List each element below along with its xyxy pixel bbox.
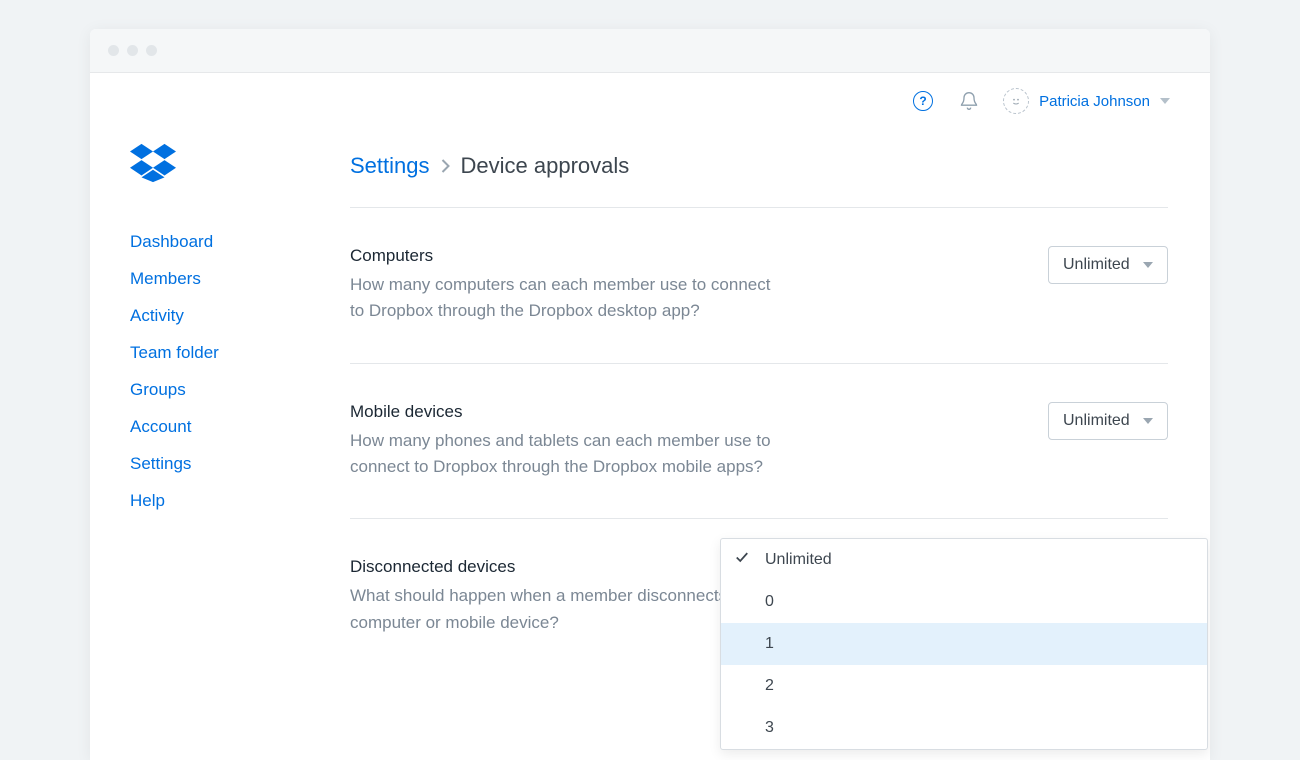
sidebar-item-settings[interactable]: Settings (130, 454, 350, 474)
setting-computers-text: Computers How many computers can each me… (350, 246, 780, 325)
sidebar-item-help[interactable]: Help (130, 491, 350, 511)
app-content: ? Patricia Johnson (90, 73, 1210, 760)
computers-limit-dropdown[interactable]: Unlimited (1048, 246, 1168, 284)
mobile-limit-value: Unlimited (1063, 412, 1130, 430)
chevron-down-icon (1143, 262, 1153, 268)
user-name-label: Patricia Johnson (1039, 93, 1150, 110)
setting-mobile: Mobile devices How many phones and table… (350, 364, 1168, 519)
menu-option-label: 3 (765, 719, 774, 737)
setting-disconnected-text: Disconnected devices What should happen … (350, 557, 780, 636)
sidebar: Dashboard Members Activity Team folder G… (90, 73, 350, 760)
dropbox-logo[interactable] (130, 143, 350, 188)
traffic-light-maximize[interactable] (146, 45, 157, 56)
setting-computers-title: Computers (350, 246, 780, 266)
menu-option-label: 0 (765, 593, 774, 611)
breadcrumb: Settings Device approvals (350, 153, 1168, 179)
sidebar-item-team-folder[interactable]: Team folder (130, 343, 350, 363)
breadcrumb-parent[interactable]: Settings (350, 153, 430, 179)
chevron-down-icon (1143, 418, 1153, 424)
sidebar-item-activity[interactable]: Activity (130, 306, 350, 326)
app-window: ? Patricia Johnson (90, 29, 1210, 760)
menu-option-label: Unlimited (765, 551, 832, 569)
help-icon: ? (913, 91, 933, 111)
setting-mobile-desc: How many phones and tablets can each mem… (350, 428, 780, 481)
breadcrumb-current: Device approvals (461, 153, 630, 179)
dropbox-icon (130, 143, 176, 183)
traffic-light-minimize[interactable] (127, 45, 138, 56)
mobile-limit-menu: Unlimited 0 1 2 3 (720, 538, 1208, 750)
window-titlebar (90, 29, 1210, 73)
bell-icon (959, 91, 979, 111)
sidebar-nav: Dashboard Members Activity Team folder G… (130, 232, 350, 511)
menu-option-3[interactable]: 3 (721, 707, 1207, 749)
mobile-limit-dropdown[interactable]: Unlimited (1048, 402, 1168, 440)
help-button[interactable]: ? (911, 89, 935, 113)
computers-limit-value: Unlimited (1063, 256, 1130, 274)
user-menu[interactable]: Patricia Johnson (1003, 88, 1170, 114)
sidebar-item-dashboard[interactable]: Dashboard (130, 232, 350, 252)
setting-computers: Computers How many computers can each me… (350, 208, 1168, 363)
sidebar-item-account[interactable]: Account (130, 417, 350, 437)
chevron-right-icon (440, 153, 451, 179)
sidebar-item-groups[interactable]: Groups (130, 380, 350, 400)
sidebar-item-members[interactable]: Members (130, 269, 350, 289)
setting-disconnected-title: Disconnected devices (350, 557, 780, 577)
menu-option-1[interactable]: 1 (721, 623, 1207, 665)
avatar (1003, 88, 1029, 114)
menu-option-label: 2 (765, 677, 774, 695)
chevron-down-icon (1160, 98, 1170, 104)
setting-mobile-text: Mobile devices How many phones and table… (350, 402, 780, 481)
menu-option-0[interactable]: 0 (721, 581, 1207, 623)
menu-option-unlimited[interactable]: Unlimited (721, 539, 1207, 581)
menu-option-label: 1 (765, 635, 774, 653)
setting-disconnected-desc: What should happen when a member disconn… (350, 583, 780, 636)
check-icon (735, 551, 749, 570)
menu-option-2[interactable]: 2 (721, 665, 1207, 707)
top-header: ? Patricia Johnson (911, 73, 1210, 129)
setting-mobile-title: Mobile devices (350, 402, 780, 422)
traffic-light-close[interactable] (108, 45, 119, 56)
main-panel: Settings Device approvals Computers How … (350, 73, 1210, 760)
setting-computers-desc: How many computers can each member use t… (350, 272, 780, 325)
notifications-button[interactable] (957, 89, 981, 113)
face-icon (1008, 93, 1024, 109)
